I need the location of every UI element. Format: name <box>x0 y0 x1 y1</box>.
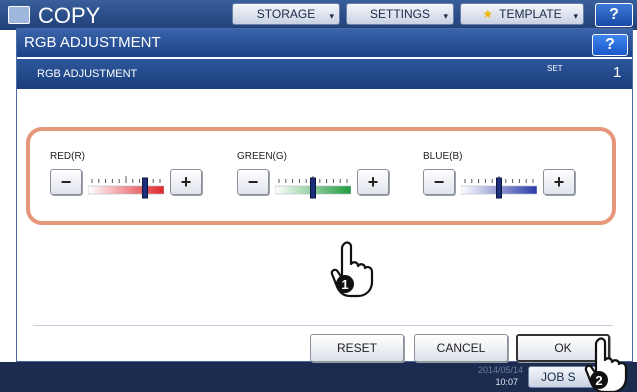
dialog-title-bar: RGB ADJUSTMENT ? <box>17 29 632 57</box>
channel-blue-label: BLUE(B) <box>423 151 463 162</box>
slider-thumb[interactable] <box>142 177 149 199</box>
tab-settings-label: SETTINGS <box>369 7 430 21</box>
set-label: SET <box>547 64 563 73</box>
red-slider[interactable] <box>88 166 164 200</box>
dialog-subtitle: RGB ADJUSTMENT <box>37 68 138 80</box>
clock-date: 2014/05/14 <box>478 365 524 375</box>
slider-track <box>88 185 164 195</box>
green-decrease-button[interactable]: − <box>237 169 269 195</box>
callout-number-1: 1 <box>341 277 348 292</box>
dialog-help-button[interactable]: ? <box>592 34 628 56</box>
chevron-down-icon: ▾ <box>573 11 578 21</box>
tab-template-label: TEMPLATE <box>499 7 562 21</box>
callout-number-2: 2 <box>595 373 602 388</box>
clock-time: 10:07 <box>495 377 518 387</box>
channel-red-label: RED(R) <box>50 151 85 162</box>
chevron-down-icon: ▾ <box>329 11 334 21</box>
slider-graphic <box>275 176 351 199</box>
hand-pointer-icon-2: 2 <box>582 336 628 392</box>
slider-graphic <box>88 176 164 199</box>
app-help-button[interactable]: ? <box>595 3 633 27</box>
divider <box>33 325 613 326</box>
rgb-adjust-panel: RED(R) − + GREEN(G) − + BLUE(B) − + <box>26 127 616 225</box>
slider-thumb[interactable] <box>496 177 502 199</box>
chevron-down-icon: ▾ <box>443 11 448 21</box>
green-slider[interactable] <box>275 166 351 200</box>
set-value: 1 <box>613 64 622 81</box>
slider-graphic <box>461 176 537 199</box>
red-decrease-button[interactable]: − <box>50 169 82 195</box>
dialog-subheader: RGB ADJUSTMENT SET 1 <box>17 59 632 89</box>
tab-template[interactable]: ★ TEMPLATE ▾ <box>460 3 584 25</box>
clock: 2014/05/14 10:07 <box>478 364 524 388</box>
tab-storage[interactable]: STORAGE ▾ <box>232 3 340 25</box>
blue-increase-button[interactable]: + <box>543 169 575 195</box>
blue-slider[interactable] <box>461 166 537 200</box>
slider-thumb[interactable] <box>310 177 316 199</box>
cancel-button[interactable]: CANCEL <box>414 334 508 362</box>
channel-green-label: GREEN(G) <box>237 151 287 162</box>
tab-settings[interactable]: SETTINGS ▾ <box>346 3 454 25</box>
copy-app-icon <box>8 6 30 24</box>
tab-storage-label: STORAGE <box>256 7 316 21</box>
blue-decrease-button[interactable]: − <box>423 169 455 195</box>
reset-button[interactable]: RESET <box>310 334 404 362</box>
red-increase-button[interactable]: + <box>170 169 202 195</box>
app-title: COPY <box>38 3 101 28</box>
green-increase-button[interactable]: + <box>357 169 389 195</box>
star-icon: ★ <box>482 7 494 21</box>
dialog-title: RGB ADJUSTMENT <box>24 34 161 51</box>
hand-pointer-icon-1: 1 <box>328 240 374 303</box>
